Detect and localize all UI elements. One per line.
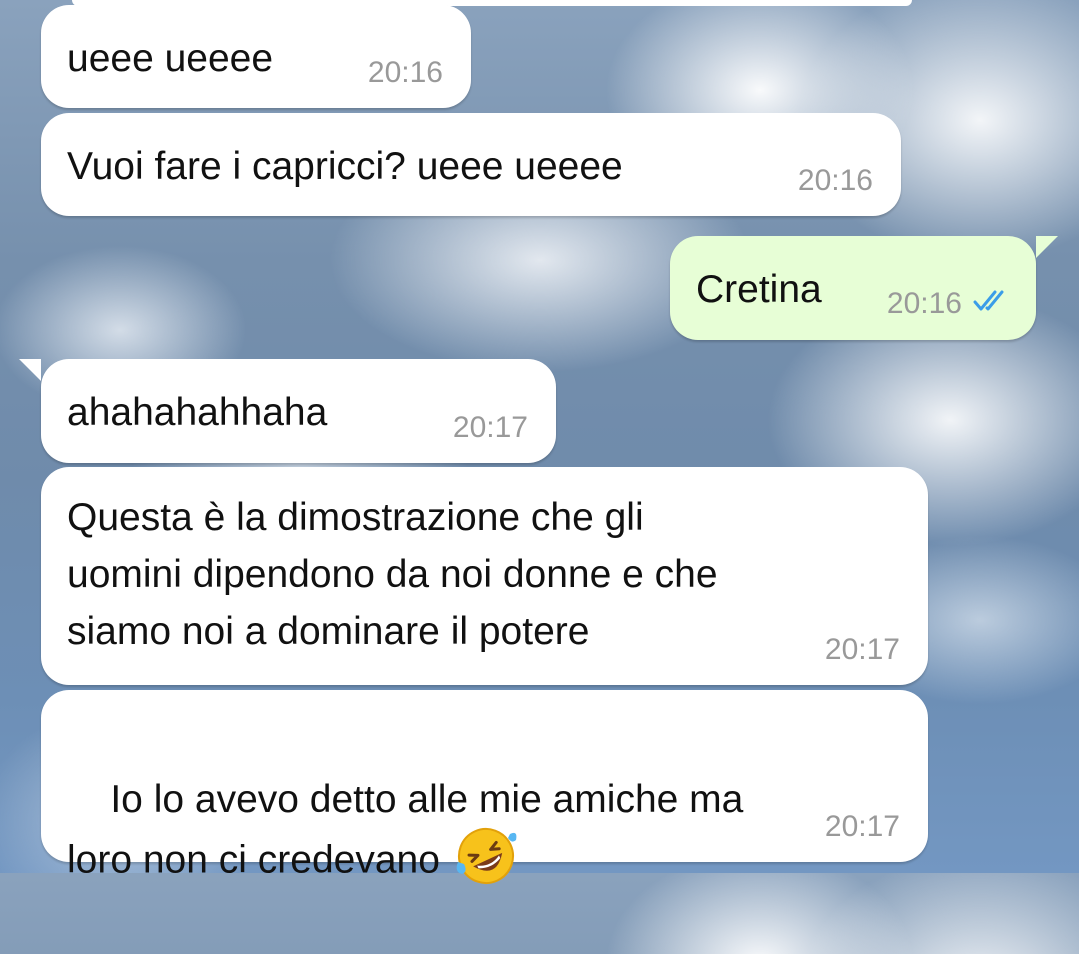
bubble-tail xyxy=(1036,236,1058,258)
message-text: Vuoi fare i capricci? ueee ueeee xyxy=(67,145,623,188)
message-timestamp-row: 20:16 xyxy=(887,287,1014,322)
message-bubble-incoming[interactable]: ahahahahhaha 20:17 xyxy=(19,359,556,463)
message-timestamp: 20:16 xyxy=(797,164,873,197)
message-bubble-incoming[interactable]: Questa è la dimostrazione che gli uomini… xyxy=(41,467,928,685)
message-timestamp: 20:16 xyxy=(367,56,443,89)
message-bubble-incoming[interactable]: Vuoi fare i capricci? ueee ueeee 20:16 xyxy=(41,113,901,216)
bubble-tail xyxy=(19,359,41,381)
message-text: Questa è la dimostrazione che gli uomini… xyxy=(67,496,718,653)
message-bubble-incoming[interactable]: Io lo avevo detto alle mie amiche ma lor… xyxy=(41,690,928,884)
message-timestamp: 20:17 xyxy=(824,810,900,843)
message-bubble-outgoing[interactable]: Cretina 20:16 xyxy=(670,236,1058,340)
message-text-with-emoji: Io lo avevo detto alle mie amiche ma lor… xyxy=(67,710,902,954)
message-timestamp: 20:17 xyxy=(824,633,900,666)
rolling-on-the-floor-laughing-emoji-icon xyxy=(454,824,518,888)
message-bubble-incoming[interactable]: ueee ueeee 20:16 xyxy=(41,5,471,108)
message-text: Io lo avevo detto alle mie amiche ma lor… xyxy=(67,778,744,882)
message-timestamp: 20:16 xyxy=(886,286,962,320)
read-double-check-icon xyxy=(972,288,1014,322)
message-timestamp: 20:17 xyxy=(452,411,528,444)
